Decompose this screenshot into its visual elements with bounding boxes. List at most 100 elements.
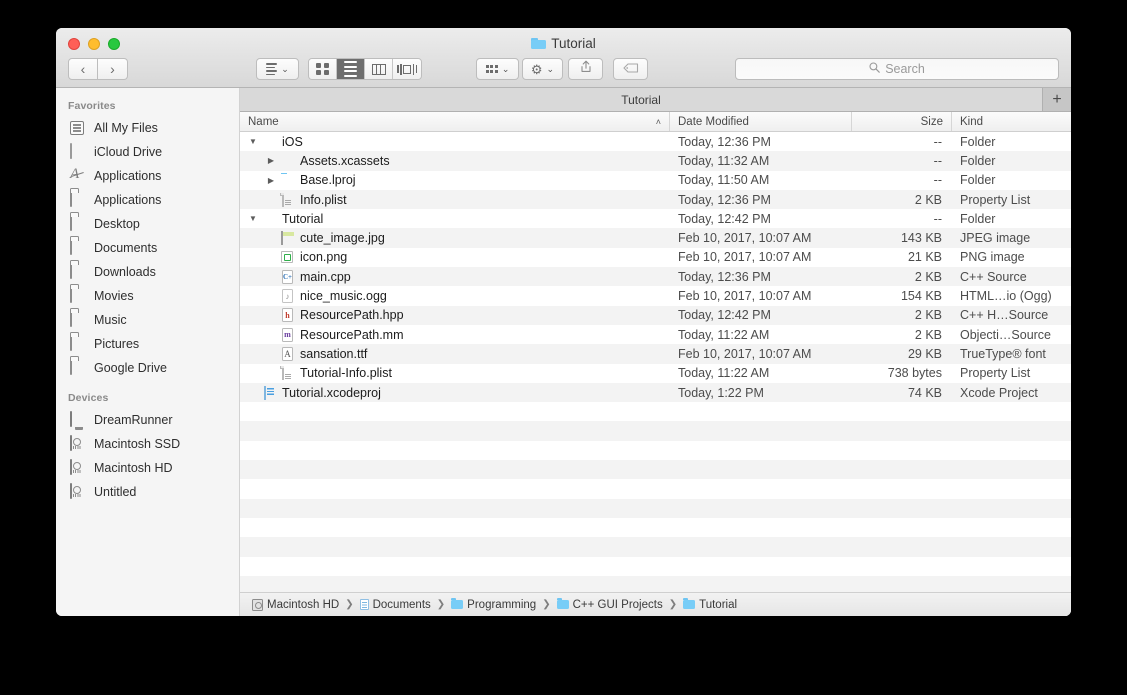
empty-row (240, 518, 1071, 537)
tab-tutorial[interactable]: Tutorial (240, 88, 1043, 111)
file-date-cell: Feb 10, 2017, 10:07 AM (670, 347, 852, 361)
empty-row (240, 557, 1071, 576)
arrange-button[interactable]: ⌄ (256, 58, 299, 80)
sidebar-item-documents[interactable]: Documents (56, 236, 239, 260)
disclosure-spacer: ▶ (266, 330, 276, 339)
empty-row (240, 460, 1071, 479)
breadcrumb-item[interactable]: Macintosh HD (252, 599, 339, 611)
new-tab-button[interactable]: + (1043, 88, 1071, 111)
file-kind-cell: Folder (952, 154, 1071, 168)
breadcrumb-item[interactable]: Tutorial (683, 599, 737, 611)
table-row[interactable]: ▶Info.plistToday, 12:36 PM2 KBProperty L… (240, 190, 1071, 209)
breadcrumb-item[interactable]: Documents (360, 599, 431, 611)
action-button[interactable]: ⚙ ⌄ (522, 58, 563, 80)
sidebar-item-airdrop-applications[interactable]: Applications (56, 164, 239, 188)
table-row[interactable]: ▶icon.pngFeb 10, 2017, 10:07 AM21 KBPNG … (240, 248, 1071, 267)
folder-icon (70, 216, 86, 232)
airdrop-icon (70, 168, 86, 184)
tag-button[interactable] (613, 58, 648, 80)
columns-icon (372, 64, 386, 75)
table-row[interactable]: ▶C+main.cppToday, 12:36 PM2 KBC++ Source (240, 267, 1071, 286)
column-header-kind[interactable]: Kind (952, 112, 1071, 131)
sidebar-item-movies[interactable]: Movies (56, 284, 239, 308)
table-row[interactable]: ▶Asansation.ttfFeb 10, 2017, 10:07 AM29 … (240, 344, 1071, 363)
table-row[interactable]: ▼iOSToday, 12:36 PM--Folder (240, 132, 1071, 151)
documents-icon (360, 599, 369, 610)
sidebar-item-dreamrunner[interactable]: DreamRunner (56, 408, 239, 432)
sidebar-item-icloud-drive[interactable]: iCloud Drive (56, 140, 239, 164)
icon-view-button[interactable] (309, 59, 337, 79)
search-field[interactable]: Search (735, 58, 1059, 80)
table-row[interactable]: ▶Tutorial-Info.plistToday, 11:22 AM738 b… (240, 364, 1071, 383)
table-row[interactable]: ▶hResourcePath.hppToday, 12:42 PM2 KBC++… (240, 306, 1071, 325)
share-button[interactable] (568, 58, 603, 80)
file-kind-cell: C++ H…Source (952, 308, 1071, 322)
tag-icon (623, 60, 639, 78)
chevron-down-icon: ⌄ (547, 64, 555, 75)
table-row[interactable]: ▶cute_image.jpgFeb 10, 2017, 10:07 AM143… (240, 228, 1071, 247)
file-date-cell: Today, 1:22 PM (670, 386, 852, 400)
disclosure-spacer: ▶ (266, 272, 276, 281)
window-title-label: Tutorial (551, 36, 596, 51)
column-header-date-label: Date Modified (678, 116, 749, 128)
breadcrumb-item[interactable]: C++ GUI Projects (557, 599, 663, 611)
icloud-icon (70, 144, 86, 160)
back-button[interactable]: ‹ (68, 58, 98, 80)
file-kind-cell: Property List (952, 366, 1071, 380)
breadcrumb-item[interactable]: Programming (451, 599, 536, 611)
empty-row (240, 479, 1071, 498)
file-name-cell: ▶ C+ main.cpp (240, 270, 670, 284)
file-name-label: ResourcePath.hpp (300, 308, 404, 322)
file-size-cell: -- (852, 154, 952, 168)
column-header-size[interactable]: Size (852, 112, 952, 131)
sidebar-item-desktop[interactable]: Desktop (56, 212, 239, 236)
folder-icon (70, 240, 86, 256)
sidebar-item-untitled[interactable]: Untitled (56, 480, 239, 504)
file-size-cell: 154 KB (852, 289, 952, 303)
folder-icon (70, 312, 86, 328)
file-list[interactable]: ▼iOSToday, 12:36 PM--Folder▶Assets.xcass… (240, 132, 1071, 592)
sidebar-item-applications[interactable]: Applications (56, 188, 239, 212)
disclosure-spacer: ▶ (266, 311, 276, 320)
column-header-date-modified[interactable]: Date Modified (670, 112, 852, 131)
table-row[interactable]: ▶♪nice_music.oggFeb 10, 2017, 10:07 AM15… (240, 286, 1071, 305)
file-size-cell: 2 KB (852, 308, 952, 322)
list-view-button[interactable] (337, 59, 365, 79)
file-name-cell: ▶Tutorial-Info.plist (240, 366, 670, 380)
sidebar-item-google-drive[interactable]: Google Drive (56, 356, 239, 380)
sidebar-spacer (56, 380, 239, 392)
file-size-cell: 143 KB (852, 231, 952, 245)
file-kind-cell: Folder (952, 173, 1071, 187)
table-row[interactable]: ▶Tutorial.xcodeprojToday, 1:22 PM74 KBXc… (240, 383, 1071, 402)
table-row[interactable]: ▶mResourcePath.mmToday, 11:22 AM2 KBObje… (240, 325, 1071, 344)
path-separator: ❯ (542, 599, 550, 610)
group-button[interactable]: ⌄ (476, 58, 519, 80)
disclosure-triangle[interactable]: ▼ (248, 214, 258, 223)
file-name-cell: ▶icon.png (240, 250, 670, 264)
disclosure-triangle[interactable]: ▶ (266, 176, 276, 185)
file-date-cell: Feb 10, 2017, 10:07 AM (670, 289, 852, 303)
plus-icon: + (1052, 91, 1061, 109)
sidebar-item-macintosh-hd[interactable]: Macintosh HD (56, 456, 239, 480)
coverflow-view-button[interactable] (393, 59, 421, 79)
sidebar-item-pictures[interactable]: Pictures (56, 332, 239, 356)
table-row[interactable]: ▼TutorialToday, 12:42 PM--Folder (240, 209, 1071, 228)
forward-button[interactable]: › (98, 58, 128, 80)
disclosure-triangle[interactable]: ▼ (248, 137, 258, 146)
sidebar-item-downloads[interactable]: Downloads (56, 260, 239, 284)
sidebar-item-music[interactable]: Music (56, 308, 239, 332)
column-view-button[interactable] (365, 59, 393, 79)
file-name-cell: ▼iOS (240, 135, 670, 149)
disclosure-spacer: ▶ (266, 349, 276, 358)
table-row[interactable]: ▶Assets.xcassetsToday, 11:32 AM--Folder (240, 151, 1071, 170)
sidebar-item-macintosh-ssd[interactable]: Macintosh SSD (56, 432, 239, 456)
cpp-source-icon: C+ (281, 270, 295, 284)
column-header-name[interactable]: Name ˄ (240, 112, 670, 131)
file-name-label: main.cpp (300, 270, 351, 284)
file-size-cell: 2 KB (852, 328, 952, 342)
disclosure-triangle[interactable]: ▶ (266, 156, 276, 165)
file-name-label: Tutorial (282, 212, 323, 226)
table-row[interactable]: ▶Base.lprojToday, 11:50 AM--Folder (240, 171, 1071, 190)
sidebar-item-all-my-files[interactable]: All My Files (56, 116, 239, 140)
folder-icon (281, 173, 295, 187)
